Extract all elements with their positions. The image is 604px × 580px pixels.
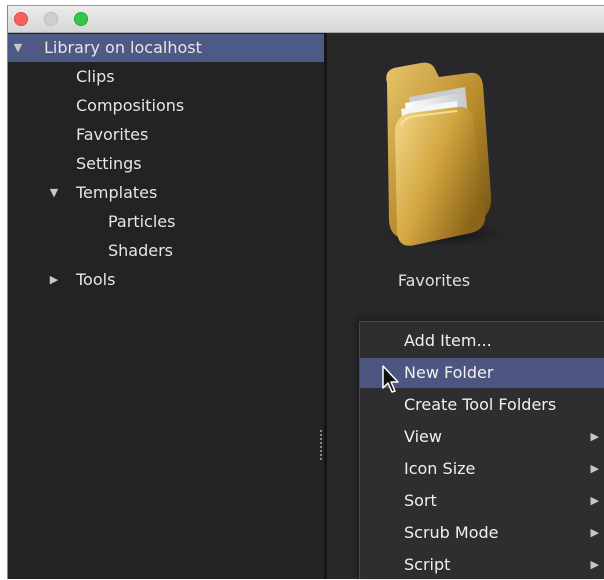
tree-item-label: Compositions	[76, 96, 185, 115]
context-menu: Add Item... New Folder Create Tool Folde…	[359, 321, 604, 579]
submenu-arrow-icon: ▶	[590, 494, 599, 507]
collapse-arrow-icon[interactable]: ▶	[48, 266, 60, 294]
tree-item-label: Favorites	[76, 125, 149, 144]
tree-item-label: Tools	[76, 270, 116, 289]
tree-item-label: Particles	[108, 212, 176, 231]
tree-item-favorites[interactable]: Favorites	[8, 121, 324, 149]
tree-item-shaders[interactable]: Shaders	[8, 237, 324, 265]
menu-item-label: Sort	[404, 491, 437, 510]
library-tree: ▼ Library on localhost Clips Composition…	[8, 33, 324, 579]
menu-item-add-item[interactable]: Add Item...	[360, 326, 604, 356]
tree-item-library-root[interactable]: ▼ Library on localhost	[8, 34, 324, 62]
submenu-arrow-icon: ▶	[590, 526, 599, 539]
folder-label: Favorites	[397, 271, 471, 290]
menu-item-script[interactable]: Script ▶	[360, 550, 604, 580]
menu-item-sort[interactable]: Sort ▶	[360, 486, 604, 516]
menu-item-label: Scrub Mode	[404, 523, 499, 542]
tree-item-clips[interactable]: Clips	[8, 63, 324, 91]
menu-item-label: Icon Size	[404, 459, 476, 478]
splitter-grip[interactable]	[320, 430, 322, 462]
minimize-window-button[interactable]	[44, 12, 58, 26]
menu-item-label: Script	[404, 555, 451, 574]
tree-item-templates[interactable]: ▼ Templates	[8, 179, 324, 207]
close-window-button[interactable]	[14, 12, 28, 26]
folder-icon	[381, 62, 505, 247]
menu-item-label: Add Item...	[404, 331, 492, 350]
menu-item-scrub-mode[interactable]: Scrub Mode ▶	[360, 518, 604, 548]
tree-item-settings[interactable]: Settings	[8, 150, 324, 178]
tree-item-label: Templates	[76, 183, 158, 202]
submenu-arrow-icon: ▶	[590, 430, 599, 443]
menu-item-label: New Folder	[404, 363, 494, 382]
title-bar	[8, 6, 604, 33]
tree-item-label: Library on localhost	[44, 38, 202, 57]
expand-arrow-icon[interactable]: ▼	[48, 179, 60, 207]
submenu-arrow-icon: ▶	[590, 462, 599, 475]
submenu-arrow-icon: ▶	[590, 558, 599, 571]
expand-arrow-icon[interactable]: ▼	[12, 34, 24, 62]
tree-item-label: Clips	[76, 67, 115, 86]
tree-item-compositions[interactable]: Compositions	[8, 92, 324, 120]
favorites-folder-item[interactable]: Favorites	[365, 45, 505, 290]
menu-item-label: Create Tool Folders	[404, 395, 557, 414]
tree-item-particles[interactable]: Particles	[8, 208, 324, 236]
zoom-window-button[interactable]	[74, 12, 88, 26]
menu-item-view[interactable]: View ▶	[360, 422, 604, 452]
mouse-pointer-icon	[382, 365, 399, 393]
menu-item-icon-size[interactable]: Icon Size ▶	[360, 454, 604, 484]
tree-item-label: Settings	[76, 154, 142, 173]
menu-item-label: View	[404, 427, 442, 446]
tree-item-label: Shaders	[108, 241, 174, 260]
tree-item-tools[interactable]: ▶ Tools	[8, 266, 324, 294]
